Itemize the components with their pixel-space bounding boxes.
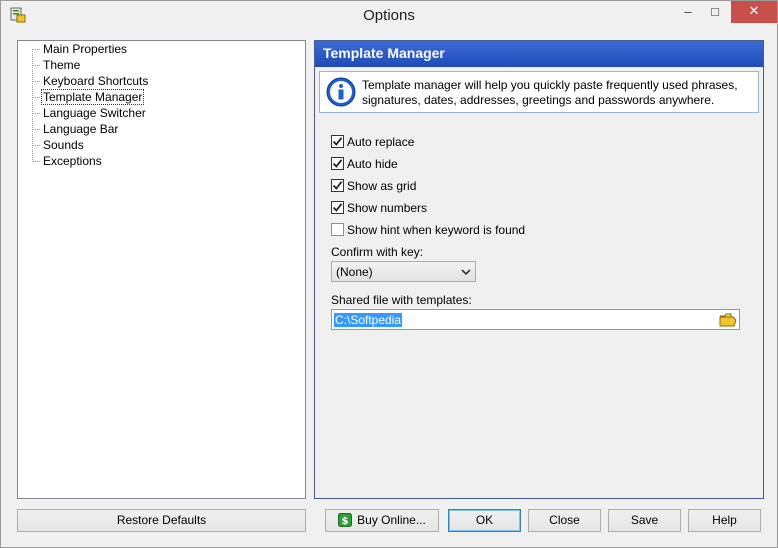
tree-item-label: Main Properties	[43, 42, 128, 56]
tree-item-template-manager[interactable]: Template Manager	[32, 89, 292, 105]
panel-header: Template Manager	[315, 41, 763, 67]
checkbox-unchecked[interactable]	[331, 223, 344, 236]
minimize-icon: –	[684, 4, 692, 19]
minimize-button[interactable]: –	[677, 1, 699, 23]
checkbox-checked[interactable]	[331, 179, 344, 192]
template-manager-panel: Template Manager Template manager will h…	[314, 40, 764, 499]
close-button[interactable]: Close	[528, 509, 601, 532]
tree-item-language-bar[interactable]: Language Bar	[32, 121, 292, 137]
info-description: Template manager will help you quickly p…	[362, 78, 752, 108]
tree-item-theme[interactable]: Theme	[32, 57, 292, 73]
info-icon	[326, 77, 356, 107]
tree-item-label: Language Bar	[43, 122, 119, 136]
panel-title: Template Manager	[323, 45, 445, 61]
checkbox-checked[interactable]	[331, 157, 344, 170]
tree-item-keyboard-shortcuts[interactable]: Keyboard Shortcuts	[32, 73, 292, 89]
tree-item-main-properties[interactable]: Main Properties	[32, 41, 292, 57]
tree-item-label: Exceptions	[43, 154, 102, 168]
tree-item-label: Language Switcher	[43, 106, 146, 120]
window-title: Options	[363, 7, 415, 24]
file-path-value: C:\Softpedia	[334, 313, 403, 327]
tree-item-label: Theme	[43, 58, 81, 72]
title-bar: Options – □ ✕	[1, 1, 777, 31]
close-window-button[interactable]: ✕	[731, 1, 777, 23]
svg-text:$: $	[342, 516, 349, 527]
tree-item-exceptions[interactable]: Exceptions	[32, 153, 292, 169]
checkbox-label: Show hint when keyword is found	[347, 223, 526, 237]
dropdown-value: (None)	[336, 265, 373, 279]
buy-online-label: Buy Online...	[357, 513, 426, 527]
ok-button[interactable]: OK	[448, 509, 521, 532]
checkbox-label: Auto hide	[347, 157, 398, 171]
options-window: Options – □ ✕ Main Properties Theme Keyb…	[0, 0, 778, 548]
checkbox-checked[interactable]	[331, 201, 344, 214]
checkbox-label: Show numbers	[347, 201, 428, 215]
restore-defaults-button[interactable]: Restore Defaults	[17, 509, 306, 532]
help-button[interactable]: Help	[688, 509, 761, 532]
info-line: Template manager will help you quickly p…	[362, 78, 738, 92]
info-box: Template manager will help you quickly p…	[319, 71, 759, 113]
options-tree[interactable]: Main Properties Theme Keyboard Shortcuts…	[17, 40, 306, 499]
maximize-button[interactable]: □	[704, 1, 726, 23]
close-icon: ✕	[748, 3, 760, 18]
tree-item-sounds[interactable]: Sounds	[32, 137, 292, 153]
buy-online-button[interactable]: $ Buy Online...	[325, 509, 439, 532]
folder-open-icon[interactable]	[719, 312, 737, 328]
tree-item-language-switcher[interactable]: Language Switcher	[32, 105, 292, 121]
save-button[interactable]: Save	[608, 509, 681, 532]
tree-item-label: Template Manager	[41, 89, 145, 105]
shared-file-label: Shared file with templates:	[331, 293, 472, 307]
confirm-key-dropdown[interactable]: (None)	[331, 261, 476, 282]
checkbox-label: Auto replace	[347, 135, 415, 149]
dollar-icon: $	[338, 513, 353, 527]
chevron-down-icon	[461, 269, 471, 276]
shared-file-input[interactable]: C:\Softpedia	[331, 309, 740, 330]
tree-item-label: Sounds	[43, 138, 84, 152]
checkbox-checked[interactable]	[331, 135, 344, 148]
checkbox-label: Show as grid	[347, 179, 417, 193]
info-line: signatures, dates, addresses, greetings …	[362, 93, 715, 107]
maximize-icon: □	[711, 4, 719, 19]
tree-item-label: Keyboard Shortcuts	[43, 74, 149, 88]
confirm-key-label: Confirm with key:	[331, 245, 424, 259]
